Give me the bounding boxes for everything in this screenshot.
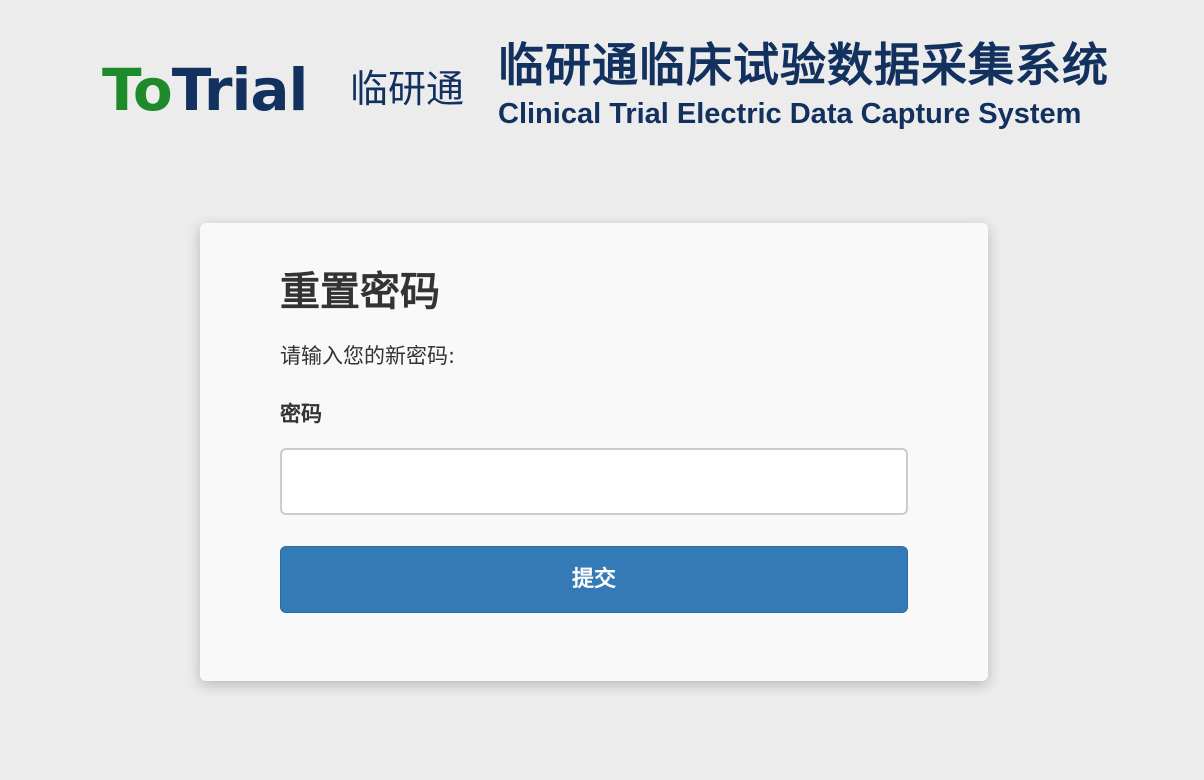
logo-brand-text: ToTrial <box>102 56 309 124</box>
instruction-text: 请输入您的新密码: <box>280 344 456 368</box>
system-title: 临研通临床试验数据采集系统 Clinical Trial Electric Da… <box>498 36 1158 132</box>
reset-password-page: ToTrial 临研通 临研通临床试验数据采集系统 Clinical Trial… <box>0 0 1204 780</box>
submit-button[interactable]: 提交 <box>280 546 908 613</box>
password-label: 密码 <box>280 402 322 426</box>
totrial-logo: ToTrial 临研通 <box>102 56 492 126</box>
reset-password-form: 重置密码 请输入您的新密码: 密码 提交 <box>280 261 908 613</box>
logo-to-text: To <box>102 56 173 124</box>
logo-trial-text: Trial <box>171 56 309 124</box>
page-title: 重置密码 <box>280 269 440 315</box>
password-input[interactable] <box>280 448 908 515</box>
system-title-chinese: 临研通临床试验数据采集系统 <box>498 38 1109 92</box>
logo-chinese-name: 临研通 <box>350 67 465 111</box>
system-title-english: Clinical Trial Electric Data Capture Sys… <box>498 98 1082 130</box>
reset-password-card: 重置密码 请输入您的新密码: 密码 提交 <box>200 223 988 681</box>
